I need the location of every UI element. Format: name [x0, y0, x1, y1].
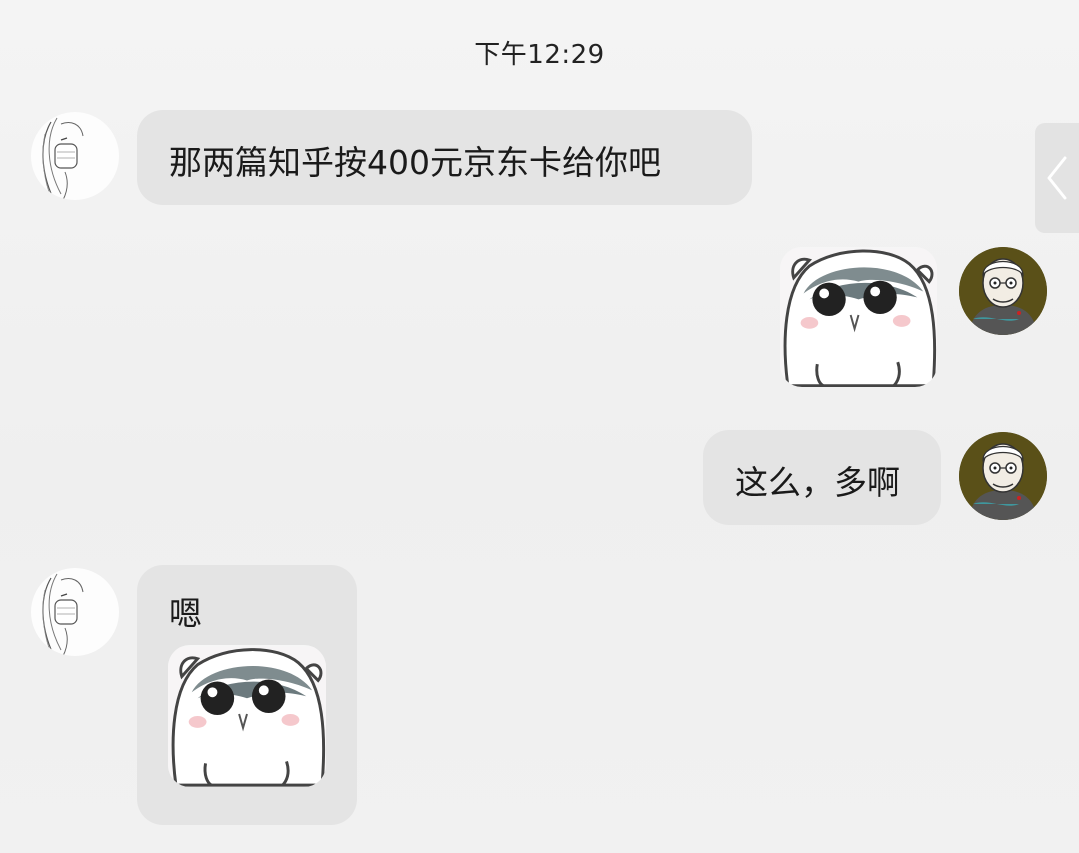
hamster-sticker-icon — [168, 645, 326, 787]
old-man-avatar-icon — [959, 432, 1047, 520]
message-text: 嗯 — [169, 594, 202, 633]
message-bubble[interactable]: 这么，多啊 — [703, 430, 941, 525]
contact-avatar[interactable] — [31, 112, 119, 200]
sticker-message[interactable] — [780, 247, 937, 387]
message-text: 这么，多啊 — [735, 463, 900, 502]
message-bubble[interactable]: 那两篇知乎按400元京东卡给你吧 — [137, 110, 752, 205]
self-avatar[interactable] — [959, 247, 1047, 335]
old-man-avatar-icon — [959, 247, 1047, 335]
masked-girl-avatar-icon — [31, 112, 119, 200]
sticker-message[interactable] — [168, 645, 326, 787]
timestamp: 下午12:29 — [474, 40, 605, 70]
hamster-sticker-icon — [780, 247, 937, 387]
side-panel-handle[interactable] — [1035, 123, 1079, 233]
contact-avatar[interactable] — [31, 568, 119, 656]
chevron-left-icon — [1047, 156, 1067, 200]
message-text: 那两篇知乎按400元京东卡给你吧 — [169, 143, 661, 182]
masked-girl-avatar-icon — [31, 568, 119, 656]
self-avatar[interactable] — [959, 432, 1047, 520]
